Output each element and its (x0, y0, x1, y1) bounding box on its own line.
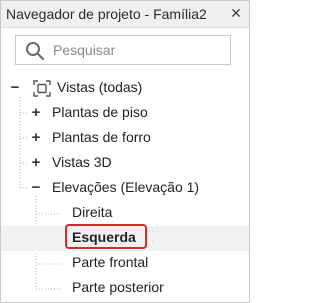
tree-item-floor-plans[interactable]: + Plantas de piso (1, 101, 249, 126)
tree-item-label: Vistas (todas) (57, 79, 143, 95)
expand-toggle[interactable]: + (30, 155, 42, 170)
views-icon (33, 80, 51, 97)
tree-item-label: Plantas de piso (52, 104, 148, 120)
tree-item-label: Plantas de forro (52, 129, 151, 145)
tree-item-back[interactable]: Parte posterior (1, 276, 249, 301)
tree-item-label: Parte posterior (72, 279, 164, 295)
expand-toggle[interactable]: + (30, 105, 42, 120)
selection-highlight-box (65, 224, 147, 249)
tree-item-label: Parte frontal (72, 254, 149, 270)
tree-item-3d-views[interactable]: + Vistas 3D (1, 151, 249, 176)
expand-toggle[interactable]: + (30, 130, 42, 145)
project-browser-panel: Navegador de projeto - Família2 ✕ Pesqui… (0, 0, 250, 303)
tree-item-front[interactable]: Parte frontal (1, 251, 249, 276)
tree-item-label: Vistas 3D (52, 154, 112, 170)
tree-item-label: Direita (72, 204, 113, 220)
tree-item-right[interactable]: Direita (1, 201, 249, 226)
project-tree: − Vistas (todas) + Plantas de piso + Pla… (1, 1, 249, 302)
collapse-toggle[interactable]: − (30, 180, 42, 195)
tree-item-ceiling-plans[interactable]: + Plantas de forro (1, 126, 249, 151)
tree-item-views-all[interactable]: − Vistas (todas) (1, 76, 249, 101)
tree-item-label: Elevações (Elevação 1) (52, 179, 200, 195)
collapse-toggle[interactable]: − (9, 80, 21, 95)
tree-item-elevations[interactable]: − Elevações (Elevação 1) (1, 176, 249, 201)
